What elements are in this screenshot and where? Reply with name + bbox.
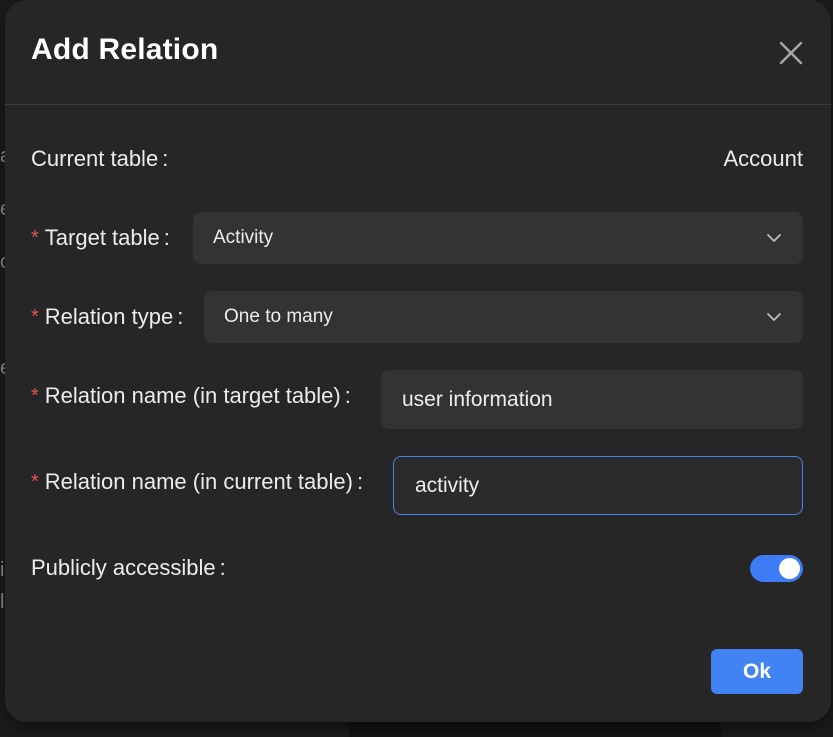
- chevron-down-icon: [767, 234, 781, 242]
- label-colon: :: [344, 383, 351, 408]
- add-relation-dialog: Add Relation Current table: Account * Tar…: [5, 0, 831, 722]
- target-table-select[interactable]: Activity: [193, 212, 803, 264]
- toggle-knob: [779, 558, 800, 579]
- relation-type-label-text: Relation type: [44, 304, 174, 329]
- dialog-header: Add Relation: [5, 0, 831, 105]
- relation-name-target-value: user information: [402, 387, 553, 411]
- close-icon[interactable]: [776, 38, 806, 68]
- relation-type-selected: One to many: [224, 306, 333, 327]
- current-table-label: Current table:: [31, 146, 168, 172]
- relation-name-current-label: * Relation name (in current table):: [31, 469, 363, 495]
- label-colon: :: [163, 225, 170, 250]
- relation-type-select[interactable]: One to many: [204, 291, 803, 343]
- relation-name-target-input[interactable]: user information: [381, 370, 803, 429]
- relation-name-current-value: activity: [415, 473, 480, 497]
- label-colon: :: [356, 469, 364, 494]
- target-table-label-text: Target table: [44, 225, 160, 250]
- relation-name-current-input[interactable]: activity: [393, 456, 803, 515]
- required-marker: *: [31, 471, 39, 493]
- background-panel: [349, 722, 721, 737]
- target-table-label: * Target table:: [31, 225, 170, 251]
- background-text-fragment: l: [0, 591, 5, 613]
- background-text-fragment: i: [0, 559, 5, 581]
- relation-name-target-label: * Relation name (in target table):: [31, 383, 351, 409]
- label-colon: :: [162, 146, 169, 171]
- chevron-down-icon: [767, 313, 781, 321]
- relation-name-target-label-text: Relation name (in target table): [44, 383, 341, 408]
- public-access-toggle[interactable]: [750, 555, 803, 582]
- ok-button[interactable]: Ok: [711, 649, 803, 694]
- dialog-title: Add Relation: [31, 33, 219, 66]
- public-access-label: Publicly accessible:: [31, 555, 226, 581]
- relation-name-current-label-text: Relation name (in current table): [44, 469, 353, 494]
- required-marker: *: [31, 227, 39, 249]
- label-colon: :: [177, 304, 184, 329]
- relation-type-label: * Relation type:: [31, 304, 183, 330]
- current-table-value: Account: [723, 146, 804, 171]
- required-marker: *: [31, 385, 39, 407]
- label-colon: :: [219, 555, 226, 580]
- target-table-selected: Activity: [213, 227, 274, 248]
- required-marker: *: [31, 306, 39, 328]
- public-access-label-text: Publicly accessible: [31, 555, 216, 580]
- current-table-label-text: Current table: [31, 146, 159, 171]
